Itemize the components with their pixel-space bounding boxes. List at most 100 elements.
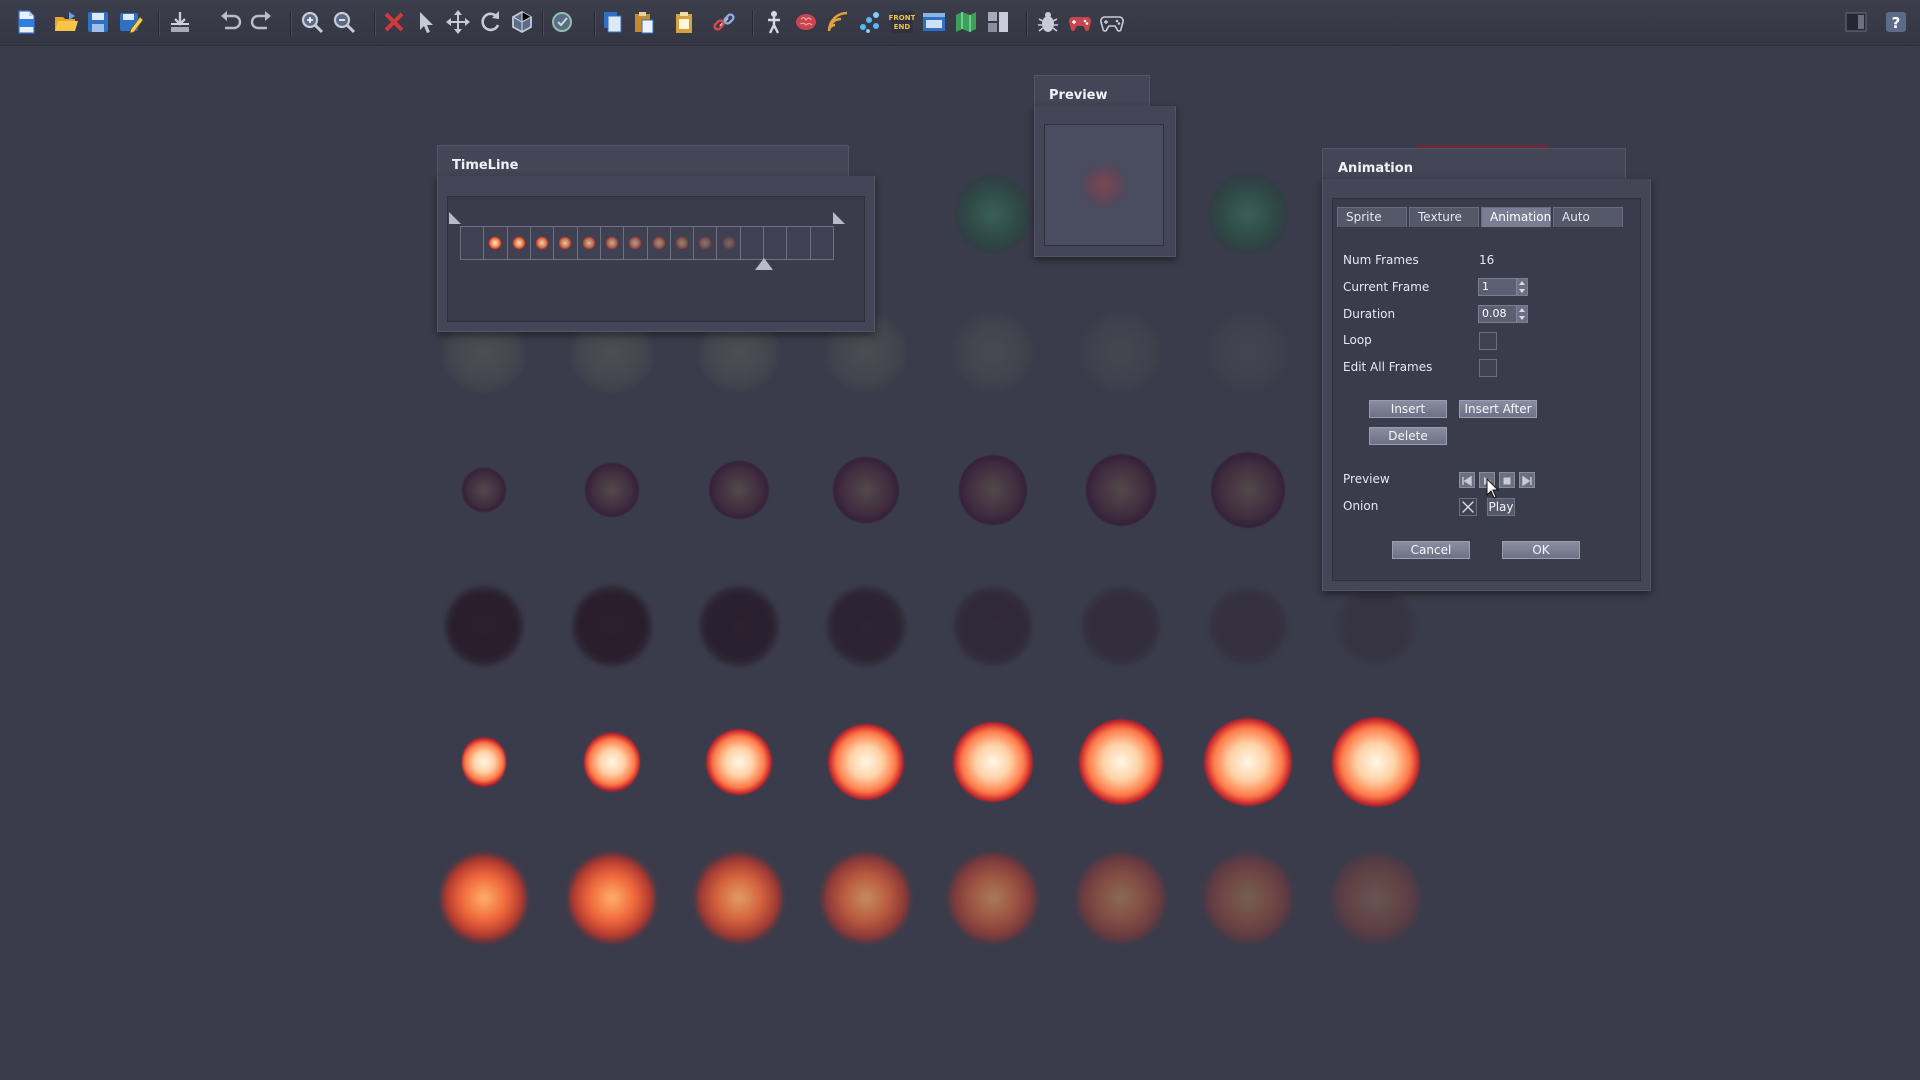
- layout-button[interactable]: [984, 8, 1012, 36]
- timeline-track[interactable]: [460, 226, 834, 260]
- preview-first-frame-button[interactable]: [1459, 472, 1475, 488]
- sprite-frame[interactable]: [948, 852, 1038, 944]
- delete-button[interactable]: [380, 8, 408, 36]
- timeline-frame-cell[interactable]: [694, 227, 718, 259]
- zoom-out-button[interactable]: [330, 8, 358, 36]
- sprite-frame[interactable]: [568, 852, 656, 944]
- save-as-button[interactable]: [116, 8, 144, 36]
- particles-button[interactable]: [856, 8, 884, 36]
- sprite-frame[interactable]: [462, 468, 506, 512]
- sprite-frame[interactable]: [833, 457, 899, 523]
- brain-button[interactable]: [792, 8, 820, 36]
- timeline-playhead[interactable]: [754, 258, 773, 270]
- timeline-end-marker[interactable]: [833, 212, 845, 224]
- sprite-frame[interactable]: [1208, 313, 1288, 391]
- play-button[interactable]: Play: [1487, 498, 1515, 516]
- map-button[interactable]: [952, 8, 980, 36]
- clipboard-button[interactable]: [670, 8, 698, 36]
- timeline-frame-cell[interactable]: [624, 227, 648, 259]
- sprite-frame[interactable]: [585, 463, 639, 517]
- sprite-frame[interactable]: [955, 174, 1031, 254]
- timeline-frame-cell[interactable]: [508, 227, 531, 259]
- tab-sprite[interactable]: Sprite: [1337, 207, 1407, 227]
- timeline-start-marker[interactable]: [449, 212, 461, 224]
- sprite-frame[interactable]: [1203, 852, 1293, 944]
- sprite-frame[interactable]: [953, 313, 1033, 391]
- sprite-frame[interactable]: [584, 732, 640, 792]
- rotate-button[interactable]: [476, 8, 504, 36]
- sprite-frame[interactable]: [953, 722, 1033, 802]
- sprite-frame[interactable]: [1208, 587, 1288, 665]
- character-button[interactable]: [760, 8, 788, 36]
- sprite-frame[interactable]: [1332, 717, 1420, 807]
- help-button[interactable]: ?: [1882, 8, 1910, 36]
- cancel-button[interactable]: Cancel: [1392, 541, 1470, 559]
- zoom-in-button[interactable]: [298, 8, 326, 36]
- sprite-frame[interactable]: [953, 586, 1033, 666]
- insert-button[interactable]: Insert: [1369, 400, 1447, 418]
- redo-button[interactable]: [248, 8, 276, 36]
- save-button[interactable]: [84, 8, 112, 36]
- sprite-frame[interactable]: [1208, 173, 1288, 255]
- sprite-frame[interactable]: [1076, 852, 1166, 944]
- sprite-frame[interactable]: [821, 852, 911, 944]
- paste-button[interactable]: [630, 8, 658, 36]
- gamepad-button[interactable]: [1098, 8, 1126, 36]
- delete-button[interactable]: Delete: [1369, 427, 1447, 445]
- timeline-frame-cell[interactable]: [811, 227, 833, 259]
- timeline-frame-cell[interactable]: [717, 227, 741, 259]
- onion-checkbox[interactable]: [1459, 498, 1477, 516]
- tab-animation[interactable]: Animation: [1481, 207, 1551, 227]
- timeline-frame-cell[interactable]: [578, 227, 601, 259]
- timeline-frame-cell[interactable]: [648, 227, 671, 259]
- timeline-frame-cell[interactable]: [531, 227, 555, 259]
- sprite-frame[interactable]: [441, 852, 527, 944]
- timeline-frame-cell[interactable]: [554, 227, 578, 259]
- new-file-button[interactable]: [12, 8, 40, 36]
- gamepad-red-button[interactable]: [1066, 8, 1094, 36]
- sprite-frame[interactable]: [1081, 313, 1161, 391]
- sprite-frame[interactable]: [826, 586, 906, 666]
- open-folder-button[interactable]: [52, 8, 80, 36]
- timeline-frame-cell[interactable]: [601, 227, 625, 259]
- sprite-frame[interactable]: [828, 724, 904, 800]
- preview-last-frame-button[interactable]: [1519, 472, 1535, 488]
- select-arrow-button[interactable]: [412, 8, 440, 36]
- current-frame-spin-arrows[interactable]: [1516, 279, 1527, 295]
- sprite-frame[interactable]: [959, 455, 1027, 525]
- insert-after-button[interactable]: Insert After: [1459, 400, 1537, 418]
- timeline-frame-cell[interactable]: [484, 227, 508, 259]
- sprite-frame[interactable]: [572, 585, 652, 667]
- sprite-frame[interactable]: [1331, 852, 1421, 944]
- timeline-frame-cell[interactable]: [741, 227, 765, 259]
- import-button[interactable]: [166, 8, 194, 36]
- duration-spinbox[interactable]: 0.08: [1478, 305, 1528, 323]
- timeline-frame-cell[interactable]: [787, 227, 811, 259]
- current-frame-spinbox[interactable]: 1: [1478, 278, 1528, 296]
- sprite-frame[interactable]: [1336, 587, 1416, 665]
- preview-stop-button[interactable]: [1499, 472, 1515, 488]
- sprite-frame[interactable]: [699, 585, 779, 667]
- snap-button[interactable]: [548, 8, 576, 36]
- duration-spin-arrows[interactable]: [1516, 306, 1527, 322]
- sprite-frame[interactable]: [706, 729, 772, 795]
- link-button[interactable]: [710, 8, 738, 36]
- sprite-frame[interactable]: [695, 852, 783, 944]
- copy-button[interactable]: [598, 8, 626, 36]
- wifi-signal-button[interactable]: [824, 8, 852, 36]
- sprite-frame[interactable]: [1204, 718, 1292, 806]
- panel-toggle-button[interactable]: [1842, 8, 1870, 36]
- sprite-frame[interactable]: [1086, 454, 1156, 526]
- tab-auto[interactable]: Auto: [1553, 207, 1623, 227]
- ok-button[interactable]: OK: [1502, 541, 1580, 559]
- sprite-frame[interactable]: [1211, 452, 1285, 528]
- timeline-frame-cell[interactable]: [764, 227, 788, 259]
- bug-button[interactable]: [1034, 8, 1062, 36]
- sprite-frame[interactable]: [1079, 719, 1163, 805]
- edit-all-frames-checkbox[interactable]: [1479, 359, 1497, 377]
- move-button[interactable]: [444, 8, 472, 36]
- timeline-frame-cell[interactable]: [671, 227, 695, 259]
- sprite-frame[interactable]: [445, 585, 523, 667]
- front-end-button[interactable]: FRONT END: [888, 8, 916, 36]
- window-button[interactable]: [920, 8, 948, 36]
